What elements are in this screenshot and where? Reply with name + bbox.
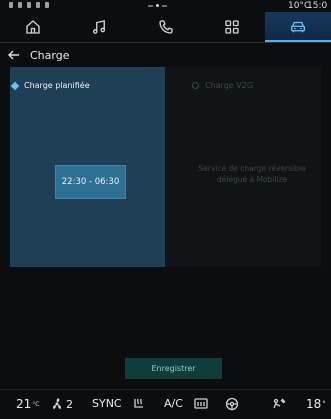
tab-phone[interactable] bbox=[132, 12, 198, 42]
wifi-icon bbox=[45, 2, 49, 8]
page-title: Charge bbox=[30, 48, 70, 62]
bluetooth-icon bbox=[36, 2, 40, 8]
right-temperature-unit: ° bbox=[322, 400, 326, 408]
schedule-time-button[interactable]: 22:30 - 06:30 bbox=[55, 165, 126, 199]
airflow-icon bbox=[273, 398, 286, 409]
sync-button[interactable]: SYNC bbox=[92, 397, 122, 410]
seat-heating-button[interactable] bbox=[131, 397, 147, 411]
music-icon bbox=[93, 20, 106, 34]
steering-heat-button[interactable] bbox=[224, 397, 240, 411]
right-temperature-value: 18 bbox=[306, 397, 322, 411]
status-icons bbox=[9, 2, 49, 8]
tab-vehicle[interactable] bbox=[264, 12, 331, 42]
title-bar: Charge bbox=[0, 43, 331, 67]
tab-home[interactable] bbox=[0, 12, 66, 42]
back-button[interactable] bbox=[8, 48, 22, 62]
tab-scheduled-charge[interactable]: Charge planifiée bbox=[10, 81, 90, 90]
right-temperature-control[interactable]: 18 ° bbox=[306, 397, 326, 411]
tab-v2g-charge: Charge V2G bbox=[192, 81, 253, 90]
fan-level: 2 bbox=[66, 397, 73, 411]
save-button-label: Enregistrer bbox=[151, 364, 196, 373]
top-navigation bbox=[0, 12, 331, 42]
clock: 15:0 bbox=[307, 1, 328, 11]
signal-icon bbox=[27, 2, 31, 8]
tab-music[interactable] bbox=[66, 12, 132, 42]
phone-icon bbox=[158, 20, 173, 34]
v2g-service-text: Service de charge réversible délégué à M… bbox=[192, 163, 312, 185]
device-icon bbox=[18, 2, 22, 8]
battery-icon bbox=[9, 2, 13, 8]
scheduled-charge-label: Charge planifiée bbox=[24, 81, 90, 90]
unselected-indicator-icon bbox=[192, 82, 199, 89]
v2g-service-line-2: délégué à Mobilize bbox=[216, 175, 288, 184]
status-bar: 10°C 15:0 bbox=[0, 0, 331, 12]
save-button[interactable]: Enregistrer bbox=[125, 358, 222, 379]
steering-wheel-icon bbox=[225, 397, 239, 411]
left-temperature-control[interactable]: 21 °C bbox=[16, 397, 39, 411]
left-temperature-value: 21 bbox=[16, 397, 32, 411]
v2g-service-line-1: Service de charge réversible bbox=[198, 164, 306, 173]
apps-icon bbox=[225, 20, 239, 34]
airflow-button[interactable] bbox=[270, 397, 286, 411]
left-temperature-unit: °C bbox=[32, 400, 40, 408]
page-indicator bbox=[148, 4, 167, 7]
fan-control[interactable]: 2 bbox=[49, 397, 73, 411]
back-arrow-icon bbox=[8, 50, 19, 60]
ac-label: A/C bbox=[164, 397, 183, 410]
tab-apps[interactable] bbox=[199, 12, 265, 42]
rear-defrost-button[interactable] bbox=[193, 397, 209, 411]
home-icon bbox=[26, 20, 40, 34]
rear-defrost-icon bbox=[194, 398, 208, 409]
schedule-time-value: 22:30 - 06:30 bbox=[61, 177, 120, 187]
v2g-charge-label: Charge V2G bbox=[205, 81, 254, 90]
selected-indicator-icon bbox=[10, 81, 20, 90]
sync-label: SYNC bbox=[92, 397, 122, 410]
fan-icon bbox=[52, 398, 62, 409]
ac-button[interactable]: A/C bbox=[164, 397, 183, 410]
seat-heat-icon bbox=[134, 398, 143, 408]
car-icon bbox=[290, 21, 305, 33]
